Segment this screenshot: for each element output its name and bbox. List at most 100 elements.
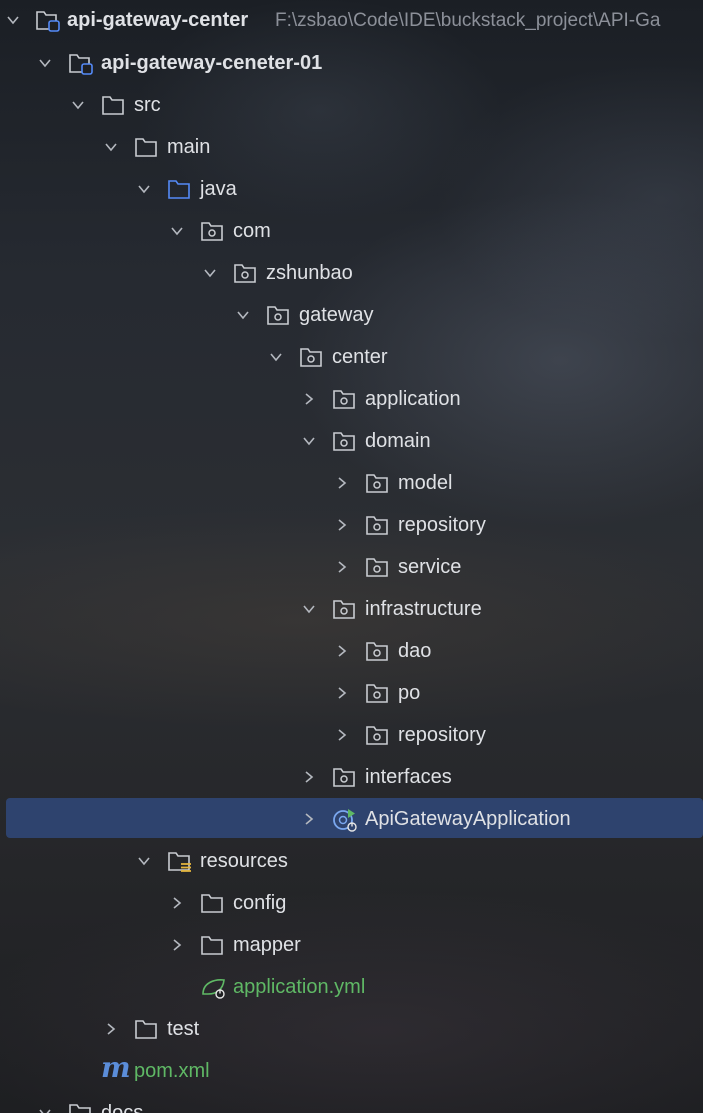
tree-row-test[interactable]: test: [0, 1008, 703, 1050]
package-folder-icon: [332, 387, 356, 411]
tree-item-label: po: [398, 682, 421, 704]
tree-item-label: zshunbao: [266, 262, 353, 284]
package-folder-icon: [332, 765, 356, 789]
tree-item-label: api-gateway-ceneter-01: [101, 52, 323, 74]
module-folder-icon: [68, 51, 93, 75]
chevron-down-icon[interactable]: [37, 55, 53, 71]
tree-row-domain-service[interactable]: service: [0, 546, 703, 588]
spring-boot-class-icon: [332, 807, 357, 832]
tree-row-domain-repository[interactable]: repository: [0, 504, 703, 546]
chevron-down-icon[interactable]: [5, 12, 21, 28]
package-folder-icon: [365, 513, 389, 537]
spring-config-icon: [200, 975, 225, 999]
tree-row-com[interactable]: com: [0, 210, 703, 252]
tree-item-label: application: [365, 388, 461, 410]
chevron-right-icon[interactable]: [334, 559, 350, 575]
tree-item-label: test: [167, 1018, 200, 1040]
tree-item-label: interfaces: [365, 766, 452, 788]
chevron-down-icon[interactable]: [268, 349, 284, 365]
tree-row-infra-dao[interactable]: dao: [0, 630, 703, 672]
chevron-right-icon[interactable]: [301, 769, 317, 785]
chevron-right-icon[interactable]: [334, 643, 350, 659]
chevron-right-icon[interactable]: [334, 685, 350, 701]
tree-row-root[interactable]: api-gateway-center F:\zsbao\Code\IDE\buc…: [0, 0, 703, 41]
tree-row-zshunbao[interactable]: zshunbao: [0, 252, 703, 294]
chevron-down-icon[interactable]: [235, 307, 251, 323]
tree-row-resources[interactable]: resources: [0, 840, 703, 882]
tree-item-label: ApiGatewayApplication: [365, 808, 571, 830]
tree-row-domain[interactable]: domain: [0, 420, 703, 462]
chevron-down-icon[interactable]: [136, 853, 152, 869]
module-folder-icon: [35, 8, 60, 32]
tree-item-label: config: [233, 892, 287, 914]
tree-row-infrastructure[interactable]: infrastructure: [0, 588, 703, 630]
chevron-right-icon[interactable]: [301, 811, 317, 827]
chevron-down-icon[interactable]: [70, 97, 86, 113]
tree-item-label: repository: [398, 724, 486, 746]
tree-item-label: infrastructure: [365, 598, 482, 620]
package-folder-icon: [200, 219, 224, 243]
chevron-down-icon[interactable]: [202, 265, 218, 281]
tree-row-application[interactable]: application: [0, 378, 703, 420]
package-folder-icon: [332, 597, 356, 621]
tree-row-gateway[interactable]: gateway: [0, 294, 703, 336]
chevron-down-icon[interactable]: [103, 139, 119, 155]
chevron-right-icon[interactable]: [169, 895, 185, 911]
tree-item-label: center: [332, 346, 388, 368]
tree-item-label: dao: [398, 640, 432, 662]
chevron-right-icon[interactable]: [334, 475, 350, 491]
package-folder-icon: [299, 345, 323, 369]
chevron-down-icon[interactable]: [301, 433, 317, 449]
chevron-right-icon[interactable]: [169, 937, 185, 953]
maven-icon: m: [101, 1051, 131, 1084]
tree-row-infra-repository[interactable]: repository: [0, 714, 703, 756]
package-folder-icon: [233, 261, 257, 285]
tree-row-src[interactable]: src: [0, 84, 703, 126]
tree-item-label: main: [167, 136, 211, 158]
tree-item-label: repository: [398, 514, 486, 536]
tree-row-infra-po[interactable]: po: [0, 672, 703, 714]
folder-icon: [200, 933, 224, 957]
tree-row-interfaces[interactable]: interfaces: [0, 756, 703, 798]
tree-row-api-gateway-application[interactable]: ApiGatewayApplication: [0, 798, 703, 840]
tree-item-label: com: [233, 220, 271, 242]
tree-row-mapper[interactable]: mapper: [0, 924, 703, 966]
tree-item-label: application.yml: [233, 976, 366, 998]
chevron-down-icon[interactable]: [169, 223, 185, 239]
folder-icon: [134, 1017, 158, 1041]
package-folder-icon: [365, 681, 389, 705]
resources-folder-icon: [167, 849, 191, 873]
tree-row-module[interactable]: api-gateway-ceneter-01: [0, 42, 703, 84]
chevron-right-icon[interactable]: [301, 391, 317, 407]
tree-row-center[interactable]: center: [0, 336, 703, 378]
package-folder-icon: [365, 639, 389, 663]
tree-item-label: src: [134, 94, 161, 116]
chevron-down-icon[interactable]: [37, 1105, 53, 1113]
tree-item-label: service: [398, 556, 462, 578]
tree-row-domain-model[interactable]: model: [0, 462, 703, 504]
tree-item-label: api-gateway-center: [67, 9, 249, 31]
chevron-down-icon[interactable]: [136, 181, 152, 197]
package-folder-icon: [332, 429, 356, 453]
project-tree: api-gateway-center F:\zsbao\Code\IDE\buc…: [0, 0, 703, 1113]
tree-row-java[interactable]: java: [0, 168, 703, 210]
folder-icon: [101, 93, 125, 117]
tree-row-config[interactable]: config: [0, 882, 703, 924]
chevron-right-icon[interactable]: [334, 727, 350, 743]
tree-item-label: mapper: [233, 934, 301, 956]
tree-row-pom[interactable]: m pom.xml: [0, 1050, 703, 1092]
tree-item-label: domain: [365, 430, 431, 452]
package-folder-icon: [365, 723, 389, 747]
package-folder-icon: [365, 471, 389, 495]
folder-icon: [200, 891, 224, 915]
tree-row-docs[interactable]: docs: [0, 1092, 703, 1113]
chevron-right-icon[interactable]: [334, 517, 350, 533]
folder-icon: [134, 135, 158, 159]
chevron-down-icon[interactable]: [301, 601, 317, 617]
tree-item-label: model: [398, 472, 453, 494]
tree-item-label: pom.xml: [134, 1060, 210, 1082]
chevron-right-icon[interactable]: [103, 1021, 119, 1037]
tree-row-application-yml[interactable]: application.yml: [0, 966, 703, 1008]
source-folder-icon: [167, 177, 191, 201]
tree-row-main[interactable]: main: [0, 126, 703, 168]
